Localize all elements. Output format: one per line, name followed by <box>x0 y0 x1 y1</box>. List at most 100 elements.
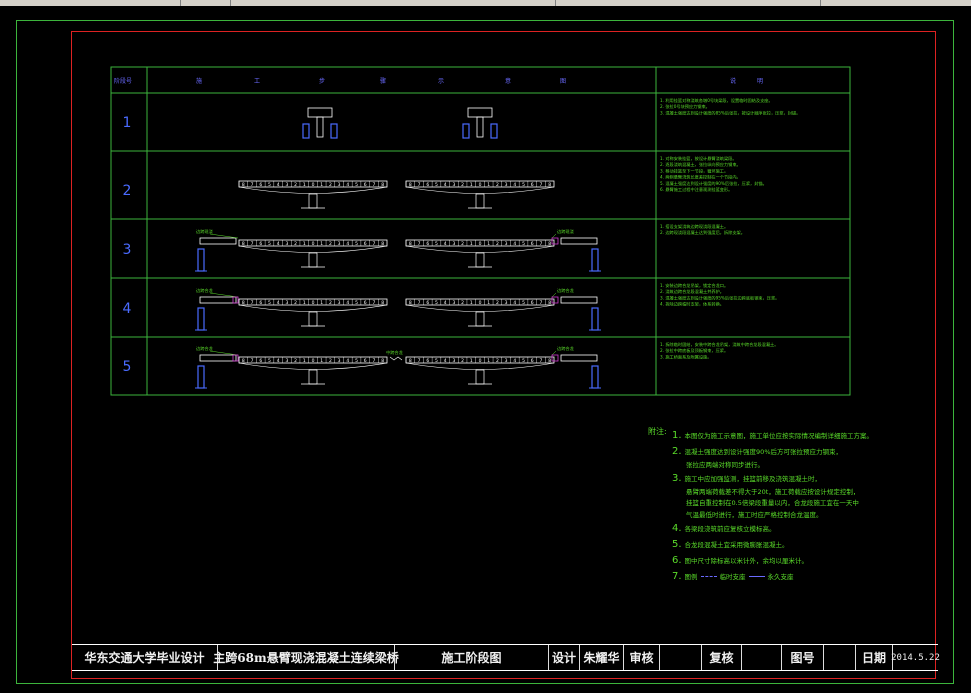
side-pier <box>197 248 205 272</box>
segment-number: 8 <box>242 182 245 188</box>
tag-leader <box>551 350 557 356</box>
segment-number: 0 <box>479 358 482 364</box>
tag-leader <box>551 233 557 239</box>
segment-number: 2 <box>461 358 464 364</box>
segment-number: 3 <box>452 241 455 247</box>
segment-number: 5 <box>268 358 271 364</box>
header-char: 意 <box>505 77 511 85</box>
stage-note-line: 1. 对称安装挂篮，按设计悬臂浇筑梁段。 <box>660 155 737 162</box>
pier <box>316 116 324 138</box>
closure-marker <box>551 296 559 304</box>
segment-number: 6 <box>364 182 367 188</box>
segment-number: 2 <box>461 182 464 188</box>
segment-number: 6 <box>426 300 429 306</box>
note-number: 1. <box>672 430 682 441</box>
segment-number: 7 <box>251 358 254 364</box>
legend-line-perm <box>748 576 765 578</box>
segment-number: 1 <box>470 182 473 188</box>
segment-number: 8 <box>409 241 412 247</box>
side-span-cast <box>199 296 237 304</box>
segment-number: 8 <box>548 358 551 364</box>
note-number: 7. <box>672 570 682 582</box>
segment-number: 5 <box>355 241 358 247</box>
segment-number: 1 <box>487 300 490 306</box>
side-span-cast <box>199 354 237 362</box>
segment-number: 5 <box>355 300 358 306</box>
header-char: 图 <box>560 78 566 85</box>
checker-name <box>742 645 782 670</box>
note-item: 7. 图例 临时支座 永久支座 <box>672 569 896 585</box>
segment-number: 6 <box>531 358 534 364</box>
span-tag: 边跨现浇 <box>557 228 574 235</box>
legend-text: 永久支座 <box>767 572 794 581</box>
stage-number: 5 <box>123 359 132 375</box>
note-text: 各梁段浇筑前应复核立模标高。 <box>684 524 776 533</box>
segment-number: 2 <box>461 241 464 247</box>
note-item: 6. 图中尺寸除标高以米计外，余均以厘米计。 <box>672 553 896 569</box>
segment-number: 4 <box>346 358 349 364</box>
mid-closure-mark <box>389 356 403 361</box>
segment-number: 1 <box>303 300 306 306</box>
closure-marker <box>232 354 239 362</box>
tag-leader <box>551 292 557 298</box>
note-item: 4. 各梁段浇筑前应复核立模标高。 <box>672 521 896 537</box>
segment-number: 3 <box>505 182 508 188</box>
segment-number: 7 <box>418 241 421 247</box>
notes-body: 1. 本图仅为施工示意图，施工单位应按实际情况编制详细施工方案。 2. 混凝土强度达到… <box>656 426 896 585</box>
stage-note-line: 1. 拆除临时固结，安装中跨合龙吊架，浇筑中跨合龙段混凝土。 <box>660 341 778 348</box>
segment-number: 4 <box>346 300 349 306</box>
pier <box>308 252 318 268</box>
pier-head <box>307 107 333 118</box>
segment-number: 1 <box>320 358 323 364</box>
segment-number: 3 <box>285 241 288 247</box>
note-item: 2. 混凝土强度达到设计强度90%后方可张拉预应力钢束， 张拉应两端对称同步进行。 <box>672 444 896 471</box>
note-number: 3. <box>672 473 682 485</box>
segment-number: 2 <box>294 300 297 306</box>
segment-number: 5 <box>268 241 271 247</box>
segment-number: 1 <box>303 241 306 247</box>
segment-number: 8 <box>548 182 551 188</box>
check-label: 复核 <box>702 645 742 670</box>
tag-leader <box>209 350 239 356</box>
segment-number: 2 <box>329 358 332 364</box>
segment-number: 8 <box>381 182 384 188</box>
segment-number: 4 <box>277 241 280 247</box>
segment-number: 5 <box>435 241 438 247</box>
segment-number: 4 <box>513 241 516 247</box>
segment-number: 3 <box>338 241 341 247</box>
segment-number: 4 <box>444 358 447 364</box>
tag-leader <box>209 292 239 298</box>
design-label: 设计 <box>549 645 580 670</box>
side-pier <box>197 307 205 331</box>
segment-number: 0 <box>479 241 482 247</box>
pier <box>308 193 318 209</box>
segment-number: 8 <box>242 358 245 364</box>
temp-support <box>490 123 498 139</box>
note-item: 3. 施工中应加强监测，挂篮前移及浇筑混凝土时， 悬臂两端荷载差不得大于20t，施工… <box>672 471 896 521</box>
note-item: 1. 本图仅为施工示意图，施工单位应按实际情况编制详细施工方案。 <box>672 428 896 444</box>
note-text: 混凝土强度达到设计强度90%后方可张拉预应力钢束， <box>684 448 842 456</box>
segment-number: 4 <box>444 182 447 188</box>
side-pier <box>591 365 599 389</box>
segment-number: 1 <box>303 358 306 364</box>
segment-number: 1 <box>470 241 473 247</box>
side-span-cast <box>199 237 237 245</box>
stage-note-line: 2. 浇筑边跨合龙段混凝土并养护。 <box>660 288 724 295</box>
segment-number: 4 <box>444 241 447 247</box>
segment-number: 4 <box>444 300 447 306</box>
header-char: 骤 <box>380 77 386 85</box>
segment-number: 4 <box>513 358 516 364</box>
note-text: 施工中应加强监测，挂篮前移及浇筑混凝土时， <box>684 475 822 484</box>
segment-number: 3 <box>505 300 508 306</box>
header-char: 示 <box>438 78 444 85</box>
segment-number: 8 <box>409 182 412 188</box>
header-char: 明 <box>757 78 763 85</box>
side-pier <box>591 248 599 272</box>
segment-number: 5 <box>522 358 525 364</box>
pier <box>475 193 485 209</box>
segment-number: 2 <box>329 300 332 306</box>
segment-number: 6 <box>259 358 262 364</box>
segment-number: 7 <box>540 358 543 364</box>
segment-number: 8 <box>409 300 412 306</box>
segment-number: 6 <box>426 182 429 188</box>
